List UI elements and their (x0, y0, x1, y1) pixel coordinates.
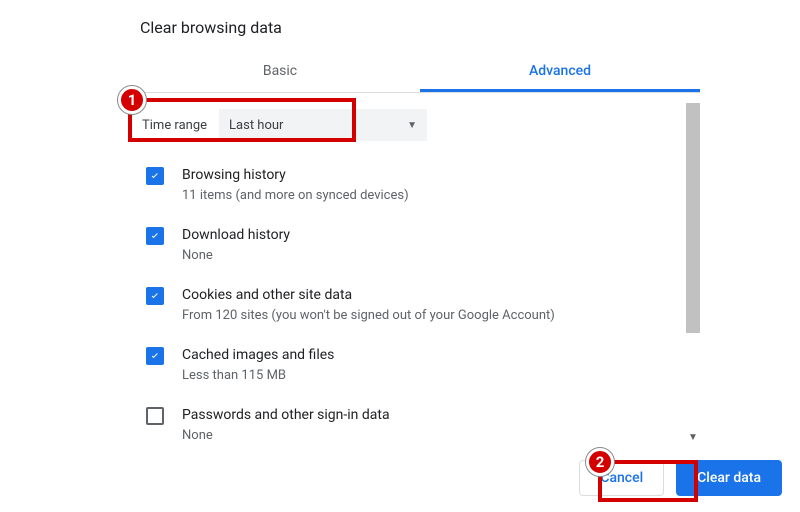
clear-data-button[interactable]: Clear data (676, 460, 782, 496)
list-item-title: Browsing history (182, 165, 409, 185)
list-item-text: Cached images and files Less than 115 MB (182, 345, 334, 385)
list-item-title: Download history (182, 225, 290, 245)
list-item-title: Cached images and files (182, 345, 334, 365)
list-item-text: Cookies and other site data From 120 site… (182, 285, 555, 325)
list-item-subtitle: Less than 115 MB (182, 367, 334, 385)
list-item-title: Cookies and other site data (182, 285, 555, 305)
scrollbar-thumb[interactable] (686, 103, 700, 333)
list-item: Cookies and other site data From 120 site… (140, 275, 676, 335)
dialog-body: Time range Last hour ▼ Browsing history 1… (140, 93, 700, 453)
clear-browsing-data-dialog: Clear browsing data Basic Advanced Time … (140, 18, 700, 453)
scroll-down-icon[interactable]: ▼ (686, 431, 700, 445)
list-item-subtitle: None (182, 427, 390, 445)
list-item: Passwords and other sign-in data None (140, 395, 676, 453)
list-item-text: Browsing history 11 items (and more on sy… (182, 165, 409, 205)
list-item-text: Passwords and other sign-in data None (182, 405, 390, 445)
dialog-title: Clear browsing data (140, 18, 700, 37)
time-range-row: Time range Last hour ▼ (140, 93, 700, 155)
checkbox[interactable] (146, 167, 164, 185)
checkbox[interactable] (146, 227, 164, 245)
checkbox[interactable] (146, 287, 164, 305)
time-range-label: Time range (142, 118, 207, 133)
tabs: Basic Advanced (140, 51, 700, 93)
tab-basic[interactable]: Basic (140, 51, 420, 92)
list-item-text: Download history None (182, 225, 290, 265)
scrollbar[interactable]: ▼ (686, 103, 700, 443)
tab-advanced[interactable]: Advanced (420, 51, 700, 92)
checkbox[interactable] (146, 407, 164, 425)
chevron-down-icon: ▼ (407, 120, 417, 131)
cancel-button[interactable]: Cancel (579, 460, 664, 496)
list-item: Download history None (140, 215, 676, 275)
list-item-subtitle: 11 items (and more on synced devices) (182, 187, 409, 205)
dialog-footer: Cancel Clear data (579, 460, 782, 496)
list-item: Cached images and files Less than 115 MB (140, 335, 676, 395)
time-range-value: Last hour (229, 118, 283, 133)
list-item: Browsing history 11 items (and more on sy… (140, 155, 676, 215)
options-list: Browsing history 11 items (and more on sy… (140, 155, 700, 453)
list-item-title: Passwords and other sign-in data (182, 405, 390, 425)
list-item-subtitle: None (182, 247, 290, 265)
time-range-select[interactable]: Last hour ▼ (219, 109, 427, 141)
checkbox[interactable] (146, 347, 164, 365)
list-item-subtitle: From 120 sites (you won't be signed out … (182, 307, 555, 325)
